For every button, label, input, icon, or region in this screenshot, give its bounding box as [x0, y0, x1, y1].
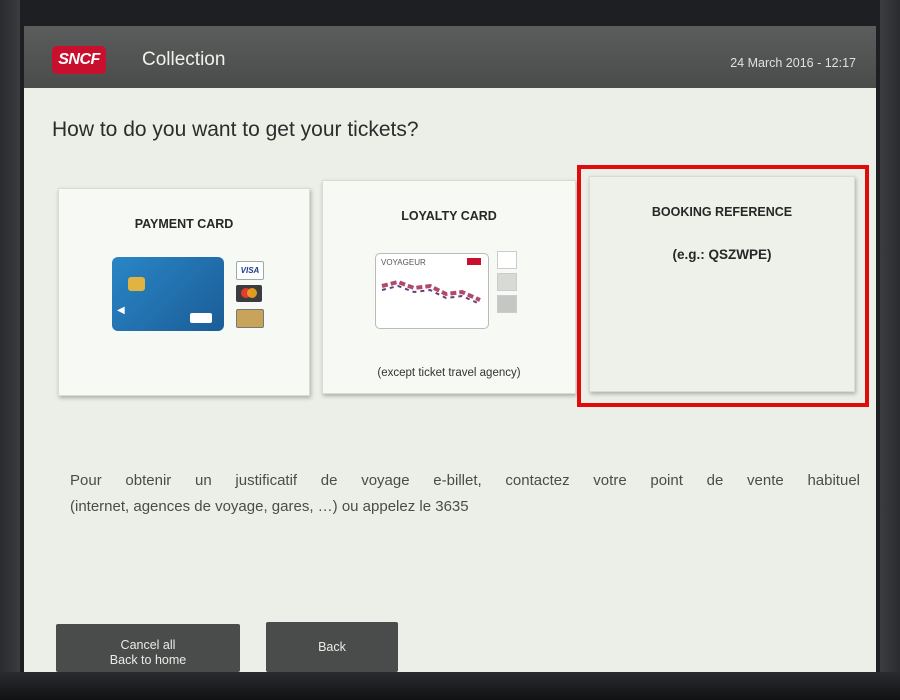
info-message: Pour obtenir un justificatif de voyage e… [70, 468, 860, 520]
chip-icon [128, 277, 145, 291]
option-label: PAYMENT CARD [134, 217, 234, 231]
mini-document-icon [497, 273, 517, 291]
mini-document-icon [497, 251, 517, 269]
back-button[interactable]: Back [266, 622, 398, 672]
cancel-label-line1: Cancel all [120, 637, 176, 652]
option-label: LOYALTY CARD [401, 209, 497, 223]
cb-logo-icon [236, 309, 264, 328]
payment-card-icon: ◀ [112, 257, 224, 331]
option-example: (e.g.: QSZWPE) [672, 247, 772, 262]
app-title: Collection [142, 49, 226, 70]
header-bar: SNCF Collection 24 March 2016 - 12:17 [24, 26, 876, 88]
visa-logo-icon: VISA [236, 261, 264, 280]
option-payment-card[interactable]: PAYMENT CARD ◀ VISA [58, 188, 310, 396]
option-label: BOOKING REFERENCE [651, 205, 793, 219]
mastercard-logo-icon [236, 285, 262, 302]
date-time: 24 March 2016 - 12:17 [730, 56, 856, 70]
info-line: Pour obtenir un justificatif de voyage e… [70, 472, 860, 489]
cancel-label-line2: Back to home [109, 652, 187, 667]
sncf-mini-logo-icon [467, 258, 481, 265]
kiosk-bezel-bottom [0, 672, 900, 700]
option-note: (except ticket travel agency) [377, 367, 521, 379]
card-brand-mark [190, 313, 212, 323]
info-line: (internet, agences de voyage, gares, …) … [70, 498, 469, 515]
checkered-ribbon-icon [381, 279, 481, 305]
mini-document-icon [497, 295, 517, 313]
kiosk-screen: SNCF Collection 24 March 2016 - 12:17 Ho… [24, 26, 876, 672]
sncf-logo: SNCF [52, 46, 106, 74]
cancel-all-button[interactable]: Cancel all Back to home [56, 624, 240, 672]
option-booking-reference[interactable]: BOOKING REFERENCE (e.g.: QSZWPE) [589, 176, 855, 392]
kiosk-bezel-right [880, 0, 900, 700]
page-question: How to do you want to get your tickets? [52, 118, 419, 141]
loyalty-card-icon: VOYAGEUR [375, 253, 489, 329]
kiosk-bezel-left [0, 0, 20, 700]
loyalty-card-text: VOYAGEUR [381, 258, 426, 267]
option-loyalty-card[interactable]: LOYALTY CARD VOYAGEUR (except ticket tra… [322, 180, 576, 394]
arrow-icon: ◀ [117, 305, 125, 316]
